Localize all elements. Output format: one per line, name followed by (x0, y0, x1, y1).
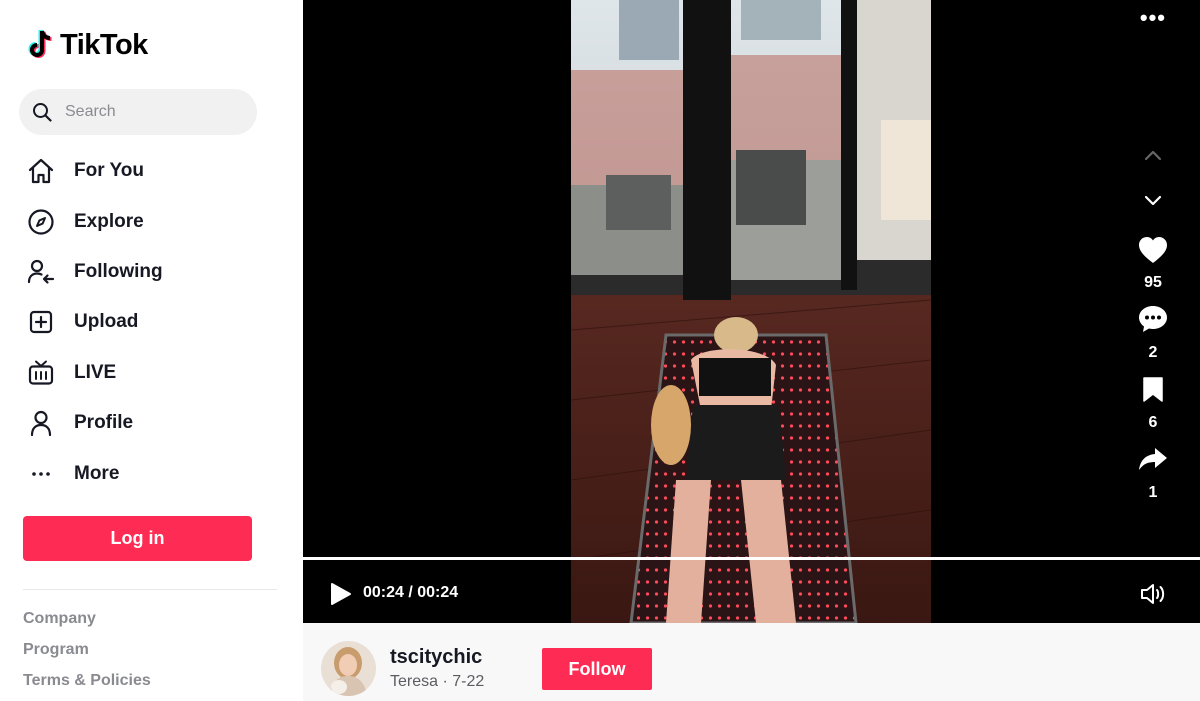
nav-label-explore: Explore (74, 210, 144, 232)
avatar[interactable] (321, 641, 376, 696)
video-frame[interactable] (571, 0, 931, 623)
next-video-icon[interactable] (1128, 186, 1178, 216)
home-icon (24, 154, 58, 188)
login-button[interactable]: Log in (23, 516, 252, 561)
nav-item-live[interactable]: LIVE (24, 348, 284, 398)
bookmark-count: 6 (1148, 414, 1158, 431)
nav-item-explore[interactable]: Explore (24, 196, 284, 246)
progress-bar[interactable] (303, 557, 1200, 560)
previous-video-icon[interactable] (1128, 140, 1178, 170)
nav-label-following: Following (74, 260, 163, 282)
video-player[interactable]: ••• 95 2 6 1 00:24 / 00:24 (303, 0, 1200, 623)
more-options-icon[interactable]: ••• (1140, 5, 1166, 31)
footer-link-company[interactable]: Company (23, 607, 151, 638)
bookmark-icon[interactable] (1128, 372, 1178, 406)
live-tv-icon (24, 356, 58, 390)
footer-link-terms[interactable]: Terms & Policies (23, 669, 151, 700)
nav-item-profile[interactable]: Profile (24, 398, 284, 448)
main-nav: For You Explore Following Upload LIVE Pr… (24, 146, 284, 499)
more-dots-icon (24, 457, 58, 491)
author-display-name: Teresa (390, 673, 439, 690)
tiktok-note-icon (28, 29, 52, 58)
upload-icon (24, 305, 58, 339)
nav-label-live: LIVE (74, 361, 117, 383)
search-input[interactable] (63, 102, 237, 122)
nav-item-more[interactable]: More (24, 448, 284, 498)
footer-links: Company Program Terms & Policies (23, 607, 151, 700)
search-box[interactable] (19, 89, 257, 135)
author-bar: tscitychic Teresa · 7-22 Follow (303, 623, 1200, 701)
nav-item-for-you[interactable]: For You (24, 146, 284, 196)
profile-icon (24, 406, 58, 440)
logo-text: TikTok (60, 28, 148, 61)
nav-label-profile: Profile (74, 412, 134, 434)
comment-icon[interactable] (1128, 302, 1178, 336)
following-icon (24, 255, 58, 289)
nav-label-upload: Upload (74, 311, 139, 333)
author-username[interactable]: tscitychic (390, 646, 482, 669)
comment-count: 2 (1148, 344, 1158, 361)
action-rail: 95 2 6 1 (1128, 140, 1178, 502)
post-date: 7-22 (452, 673, 485, 690)
footer-link-program[interactable]: Program (23, 638, 151, 669)
share-arrow-icon[interactable] (1128, 442, 1178, 476)
nav-item-following[interactable]: Following (24, 247, 284, 297)
volume-icon[interactable] (1140, 583, 1166, 610)
tiktok-logo[interactable]: TikTok (26, 28, 148, 62)
video-controls: 00:24 / 00:24 (303, 570, 1200, 616)
compass-icon (24, 205, 58, 239)
search-icon[interactable] (31, 101, 53, 123)
like-heart-icon[interactable] (1128, 232, 1178, 268)
video-time: 00:24 / 00:24 (363, 584, 459, 601)
nav-label-for-you: For You (74, 160, 145, 182)
nav-label-more: More (74, 462, 120, 484)
nav-item-upload[interactable]: Upload (24, 297, 284, 347)
share-count: 1 (1148, 484, 1158, 501)
play-icon[interactable] (330, 582, 352, 611)
author-subline: Teresa · 7-22 (390, 673, 484, 691)
follow-button[interactable]: Follow (542, 648, 652, 690)
subline-separator: · (442, 673, 448, 690)
sidebar: TikTok For You Explore Following (0, 0, 302, 701)
sidebar-divider (23, 589, 277, 590)
like-count: 95 (1144, 274, 1162, 291)
video-content-image (571, 0, 931, 623)
